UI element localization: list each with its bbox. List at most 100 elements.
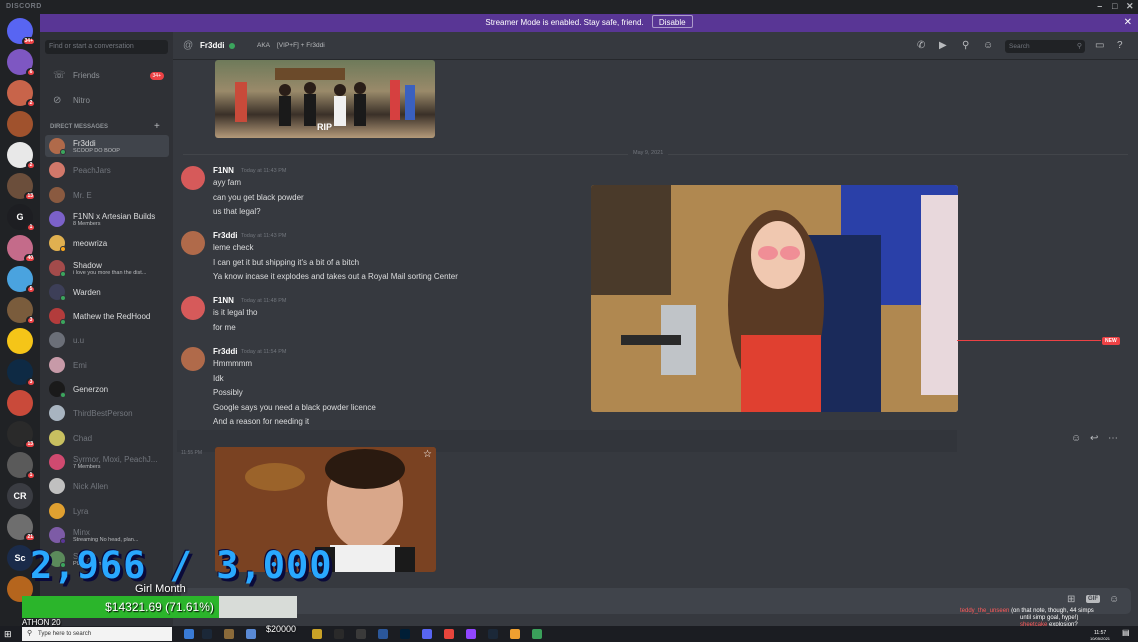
server-label: CR: [13, 491, 27, 501]
taskbar-search-input[interactable]: ⚲ Type here to search: [22, 627, 172, 641]
reply-icon[interactable]: ↩: [1090, 433, 1098, 444]
coffin-dance-image[interactable]: RIP: [215, 60, 435, 138]
chat-search-input[interactable]: Search ⚲: [1005, 40, 1085, 53]
favorite-star-icon[interactable]: ☆: [423, 449, 432, 460]
dm-item[interactable]: Lyra: [45, 500, 169, 522]
inbox-icon[interactable]: ▭: [1095, 40, 1104, 51]
message-author[interactable]: F1NN: [213, 166, 234, 175]
server-icon[interactable]: CR: [7, 483, 33, 509]
help-icon[interactable]: ?: [1117, 40, 1123, 51]
dm-subtitle: i love you more than the dist...: [73, 269, 147, 276]
dm-name: Minx: [73, 527, 90, 537]
message-avatar[interactable]: [181, 166, 205, 190]
avatar: [49, 502, 65, 519]
dm-item[interactable]: Mr. E: [45, 184, 169, 206]
server-icon[interactable]: 3: [7, 359, 36, 387]
close-window-icon[interactable]: ✕: [1124, 1, 1136, 12]
server-icon[interactable]: G1: [7, 204, 36, 232]
pinned-messages-icon[interactable]: ⚲: [962, 40, 969, 51]
app-window: DISCORD – □ ✕ 34+ 6 2 2 13 G 1 40 5 3 3 13 1 CR 21 Sc S…: [0, 0, 1138, 642]
dm-item[interactable]: Mathew the RedHood: [45, 305, 169, 327]
chat-header: @ Fr3ddi AKA [VIP+F] + Fr3ddi ✆ ▶ ⚲ ☺ Se…: [173, 32, 1138, 60]
gif-picker-button[interactable]: GIF: [1086, 595, 1100, 603]
message-avatar[interactable]: [181, 347, 205, 371]
server-label: Sc: [14, 553, 26, 563]
dm-item[interactable]: Fr3ddi SCOOP DO BOOP: [45, 135, 169, 157]
server-icon[interactable]: 34+: [7, 18, 36, 46]
twitch-chat-user: teddy_the_unseen: [960, 608, 1010, 614]
dm-item[interactable]: Emi: [45, 354, 169, 376]
message-avatar[interactable]: [181, 296, 205, 320]
dm-item[interactable]: PeachJars: [45, 159, 169, 181]
server-icon[interactable]: 1: [7, 452, 36, 480]
dm-item[interactable]: Warden: [45, 281, 169, 303]
more-options-icon[interactable]: ⋯: [1108, 433, 1118, 444]
voice-call-icon[interactable]: ✆: [917, 40, 925, 51]
taskbar-app-icon[interactable]: [510, 629, 520, 639]
windows-start-icon[interactable]: ⊞: [4, 629, 14, 639]
server-icon[interactable]: 13: [7, 173, 36, 201]
steam-icon[interactable]: [202, 629, 212, 639]
avatar: [49, 308, 66, 326]
folder-icon[interactable]: [312, 629, 322, 639]
server-icon[interactable]: 40: [7, 235, 36, 263]
conversation-search-input[interactable]: Find or start a conversation: [45, 40, 168, 54]
message-timestamp: Today at 11:43 PM: [241, 233, 287, 239]
taskbar-app-icon[interactable]: [356, 629, 366, 639]
message-author[interactable]: Fr3ddi: [213, 347, 237, 356]
task-view-icon[interactable]: [184, 629, 194, 639]
dm-item[interactable]: Minx Streaming No head, plan...: [45, 524, 169, 546]
close-banner-icon[interactable]: ✕: [1124, 14, 1132, 32]
dm-item[interactable]: Nick Allen: [45, 475, 169, 497]
dm-item[interactable]: Shadow i love you more than the dist...: [45, 257, 169, 279]
server-icon[interactable]: 5: [7, 266, 36, 294]
server-icon[interactable]: 2: [7, 80, 36, 108]
obs-icon[interactable]: [334, 629, 344, 639]
chrome-icon[interactable]: [444, 629, 454, 639]
notifications-icon[interactable]: ▤: [1122, 628, 1130, 637]
steam-icon[interactable]: [488, 629, 498, 639]
date-divider-label: May 9, 2021: [628, 150, 669, 156]
message-author[interactable]: Fr3ddi: [213, 231, 237, 240]
dm-item[interactable]: u.u: [45, 329, 169, 351]
friends-nav-item[interactable]: ☏ Friends 34+: [45, 66, 168, 86]
donation-goal-text: $14321.69 (71.61%): [105, 600, 214, 614]
server-icon[interactable]: 6: [7, 49, 36, 77]
emoji-icon[interactable]: ☺: [1109, 594, 1119, 605]
nitro-nav-item[interactable]: ⊘ Nitro: [45, 91, 168, 111]
gift-icon[interactable]: ⊞: [1067, 594, 1075, 605]
server-icon[interactable]: [7, 328, 33, 354]
add-friend-icon[interactable]: ☺: [983, 40, 993, 51]
add-reaction-icon[interactable]: ☺: [1071, 433, 1081, 444]
discord-icon[interactable]: [422, 629, 432, 639]
dm-item[interactable]: Chad: [45, 427, 169, 449]
server-mention-badge: 1: [26, 471, 36, 480]
server-icon[interactable]: 21: [7, 514, 36, 542]
minimize-icon[interactable]: –: [1094, 1, 1106, 11]
video-call-icon[interactable]: ▶: [939, 40, 947, 51]
server-icon[interactable]: [7, 390, 33, 416]
server-icon[interactable]: 13: [7, 421, 36, 449]
taskbar-app-icon[interactable]: [224, 629, 234, 639]
maximize-icon[interactable]: □: [1109, 1, 1121, 11]
vegas-icon[interactable]: [378, 629, 388, 639]
server-icon[interactable]: [7, 111, 33, 137]
status-icon: [60, 246, 66, 253]
dm-item[interactable]: meowriza: [45, 232, 169, 254]
taskbar-app-icon[interactable]: [532, 629, 542, 639]
dm-item[interactable]: F1NN x Artesian Builds 8 Members: [45, 208, 169, 230]
disable-streamer-mode-button[interactable]: Disable: [651, 15, 693, 28]
dm-item[interactable]: ThirdBestPerson: [45, 402, 169, 424]
dm-item[interactable]: Generzon: [45, 378, 169, 400]
message-avatar[interactable]: [181, 231, 205, 255]
taskbar-app-icon[interactable]: [246, 629, 256, 639]
message-author[interactable]: F1NN: [213, 296, 234, 305]
server-icon[interactable]: 2: [7, 142, 36, 170]
photoshop-icon[interactable]: [400, 629, 410, 639]
create-dm-icon[interactable]: +: [154, 121, 160, 132]
dm-name: ThirdBestPerson: [73, 409, 133, 419]
twitch-icon[interactable]: [466, 629, 476, 639]
server-icon[interactable]: 3: [7, 297, 36, 325]
dm-item[interactable]: Syrmor, Moxi, PeachJ... 7 Members: [45, 451, 169, 473]
server-mention-badge: 5: [26, 285, 36, 294]
